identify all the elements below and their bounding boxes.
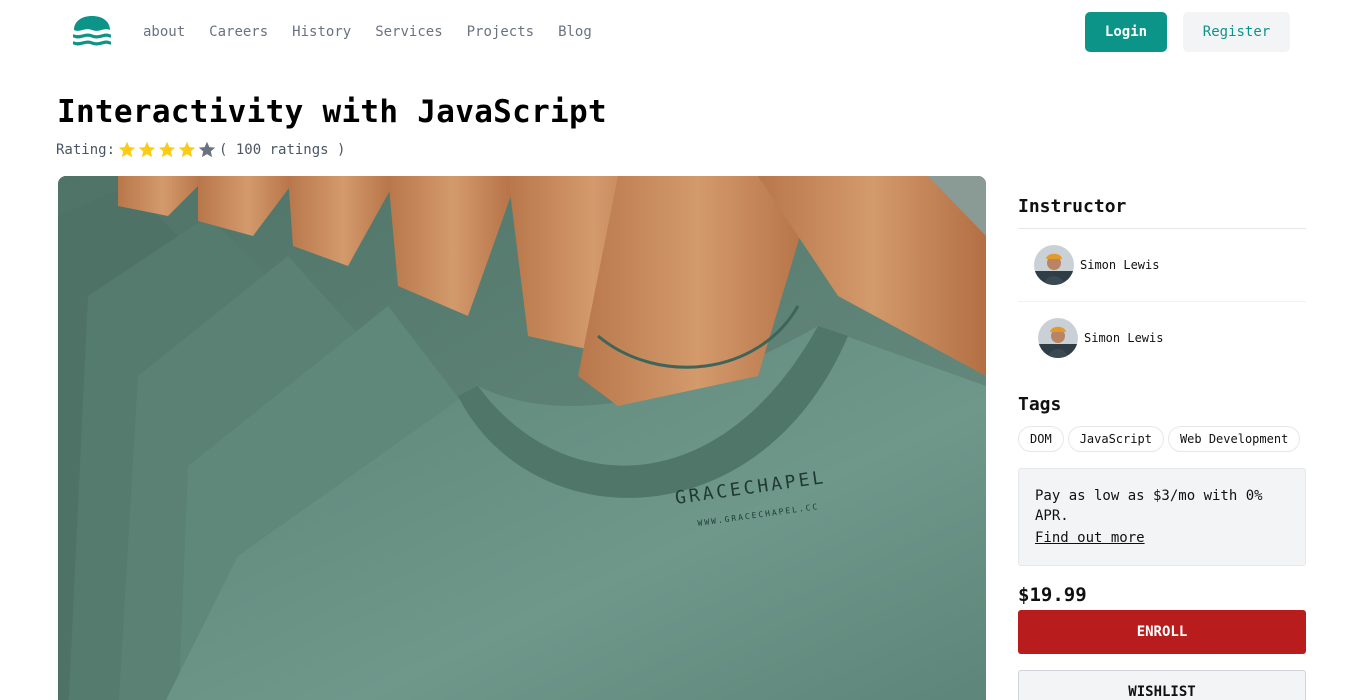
tag-list: DOM JavaScript Web Development [1018, 426, 1301, 452]
avatar [1034, 245, 1074, 285]
star-icon [178, 141, 196, 158]
wave-logo-icon[interactable] [73, 16, 111, 48]
rating-label: Rating: [56, 142, 116, 158]
course-price: $19.99 [1018, 584, 1087, 606]
star-icon [138, 141, 156, 158]
wishlist-button[interactable]: WISHLIST [1018, 670, 1306, 700]
nav-link-history[interactable]: History [292, 23, 351, 41]
promo-text: Pay as low as $3/mo with 0% APR. [1035, 488, 1263, 524]
top-nav: about Careers History Services Projects … [0, 0, 1348, 64]
nav-link-about[interactable]: about [143, 23, 185, 41]
register-button[interactable]: Register [1183, 12, 1290, 52]
course-hero-image: GRACECHAPEL WWW.GRACECHAPEL.CC [58, 176, 986, 700]
nav-link-blog[interactable]: Blog [558, 23, 592, 41]
instructor-heading: Instructor [1018, 196, 1127, 217]
find-out-more-link[interactable]: Find out more [1035, 530, 1145, 546]
nav-links: about Careers History Services Projects … [143, 23, 592, 41]
green-tshirts-photo: GRACECHAPEL WWW.GRACECHAPEL.CC [58, 176, 986, 700]
course-rating: Rating: ( 100 ratings ) [56, 140, 345, 160]
tag-dom[interactable]: DOM [1018, 426, 1064, 452]
page-title: Interactivity with JavaScript [57, 94, 607, 130]
instructor-item[interactable]: Simon Lewis [1038, 318, 1163, 358]
avatar [1038, 318, 1078, 358]
divider [1018, 228, 1306, 229]
tag-javascript[interactable]: JavaScript [1067, 426, 1164, 452]
nav-link-projects[interactable]: Projects [467, 23, 534, 41]
rating-count: ( 100 ratings ) [219, 142, 346, 158]
instructor-item[interactable]: Simon Lewis [1034, 245, 1159, 285]
tags-heading: Tags [1018, 394, 1062, 415]
divider [1018, 301, 1306, 302]
login-button[interactable]: Login [1085, 12, 1167, 52]
instructor-name: Simon Lewis [1084, 331, 1164, 345]
star-icon [118, 141, 136, 158]
star-icon [158, 141, 176, 158]
financing-promo: Pay as low as $3/mo with 0% APR. Find ou… [1018, 468, 1306, 566]
nav-link-careers[interactable]: Careers [209, 23, 268, 41]
rating-stars [117, 140, 217, 160]
tag-web-development[interactable]: Web Development [1167, 426, 1301, 452]
enroll-button[interactable]: ENROLL [1018, 610, 1306, 654]
nav-link-services[interactable]: Services [375, 23, 442, 41]
instructor-name: Simon Lewis [1080, 258, 1160, 272]
star-icon [198, 141, 216, 158]
